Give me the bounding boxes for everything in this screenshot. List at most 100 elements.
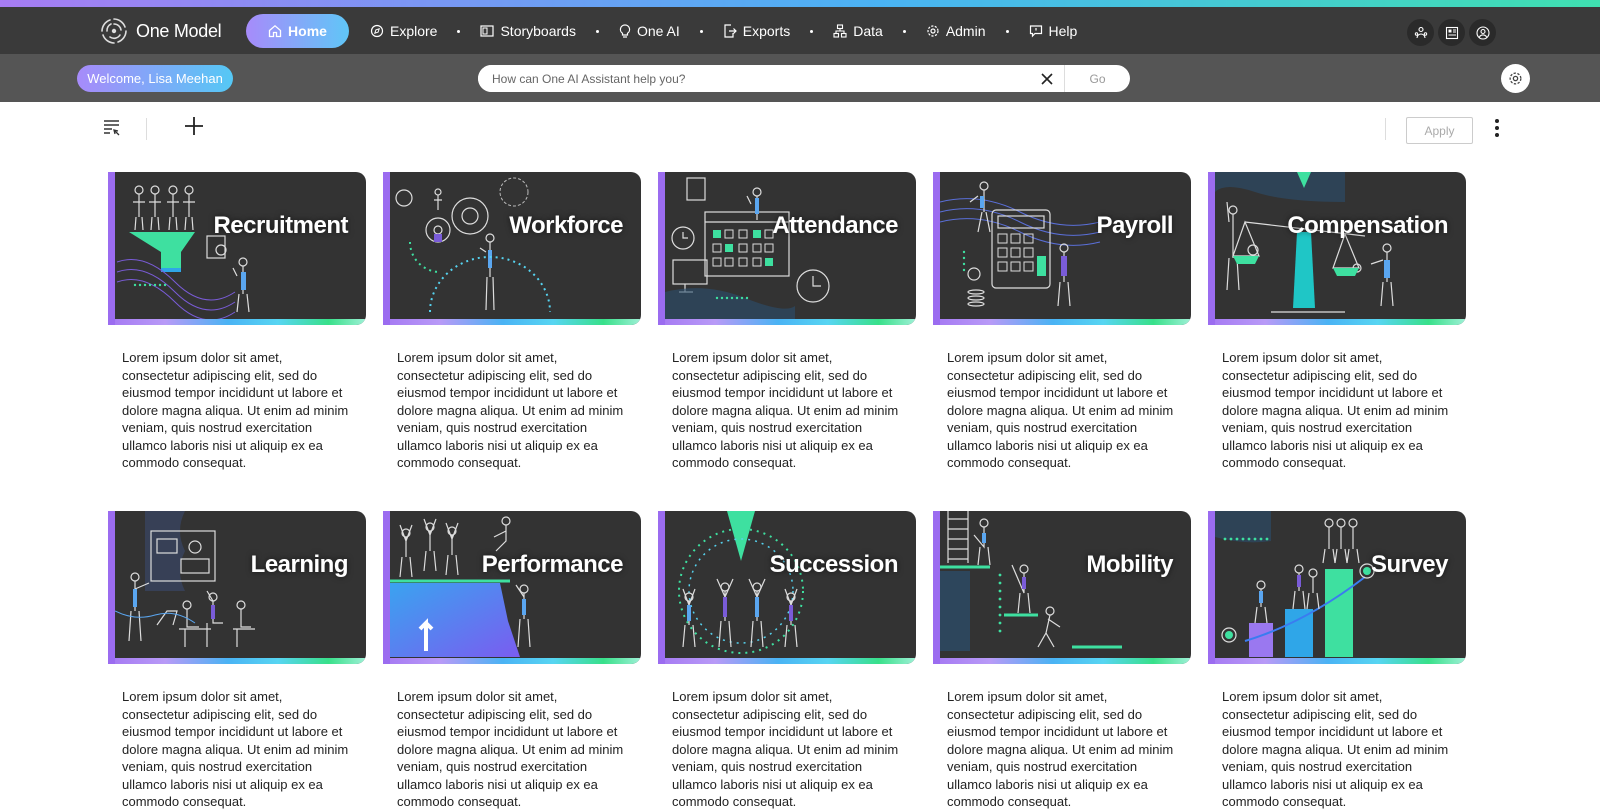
nav-item-label: Explore bbox=[390, 23, 438, 39]
module-card-survey[interactable]: Survey Lorem ipsum dolor sit amet, conse… bbox=[1208, 511, 1466, 811]
nav-item-help[interactable]: Help bbox=[1029, 23, 1078, 39]
assistant-search: Go bbox=[478, 65, 1130, 92]
compass-icon bbox=[370, 24, 384, 38]
card-illustration: Workforce bbox=[383, 172, 641, 325]
succession-illustration-icon bbox=[678, 511, 804, 654]
kebab-menu-icon bbox=[1495, 119, 1499, 137]
card-illustration: Performance bbox=[383, 511, 641, 664]
card-color-strip bbox=[1215, 319, 1466, 325]
nav-item-admin[interactable]: Admin bbox=[926, 23, 986, 39]
logo-text: One Model bbox=[136, 20, 222, 41]
card-color-strip bbox=[390, 319, 641, 325]
nav-separator bbox=[699, 29, 703, 33]
gear-icon bbox=[1509, 72, 1522, 85]
module-card-performance[interactable]: Performance Lorem ipsum dolor sit amet, … bbox=[383, 511, 641, 811]
card-description: Lorem ipsum dolor sit amet, consectetur … bbox=[947, 350, 1174, 470]
card-color-strip bbox=[1215, 658, 1466, 664]
go-button[interactable]: Go bbox=[1064, 65, 1130, 92]
module-card-learning[interactable]: Learning Lorem ipsum dolor sit amet, con… bbox=[108, 511, 366, 811]
module-card-payroll[interactable]: Payroll Lorem ipsum dolor sit amet, cons… bbox=[933, 172, 1191, 472]
dashboard-button[interactable] bbox=[1438, 19, 1465, 46]
attendance-illustration-icon bbox=[665, 177, 830, 325]
card-title: Succession bbox=[769, 551, 899, 578]
card-description: Lorem ipsum dolor sit amet, consectetur … bbox=[122, 689, 349, 809]
nav-item-data[interactable]: Data bbox=[833, 23, 883, 39]
module-card-recruitment[interactable]: Recruitment Lorem ipsum dolor sit amet, … bbox=[108, 172, 366, 472]
card-illustration: Recruitment bbox=[108, 172, 366, 325]
card-color-strip bbox=[940, 319, 1191, 325]
nav-separator bbox=[595, 29, 599, 33]
module-card-succession[interactable]: Succession Lorem ipsum dolor sit amet, c… bbox=[658, 511, 916, 811]
lightbulb-icon bbox=[619, 24, 631, 38]
nav-item-exports[interactable]: Exports bbox=[723, 23, 790, 39]
nav-separator bbox=[810, 29, 814, 33]
nav-item-storyboards[interactable]: Storyboards bbox=[480, 23, 576, 39]
card-title: Learning bbox=[250, 551, 349, 578]
payroll-illustration-icon bbox=[940, 181, 1101, 307]
card-illustration: Mobility bbox=[933, 511, 1191, 664]
nav-right-actions bbox=[1407, 19, 1496, 46]
card-color-strip bbox=[665, 319, 916, 325]
toolbar-divider bbox=[1385, 118, 1386, 140]
card-title: Compensation bbox=[1287, 212, 1448, 239]
list-view-button[interactable] bbox=[102, 117, 122, 142]
module-card-compensation[interactable]: Compensation Lorem ipsum dolor sit amet,… bbox=[1208, 172, 1466, 472]
logo[interactable]: One Model bbox=[98, 15, 222, 47]
top-accent-bar bbox=[0, 0, 1600, 7]
module-card-attendance[interactable]: Attendance Lorem ipsum dolor sit amet, c… bbox=[658, 172, 916, 472]
clear-search-button[interactable] bbox=[1030, 65, 1064, 92]
user-icon bbox=[1475, 25, 1490, 40]
card-color-strip bbox=[940, 658, 1191, 664]
compensation-illustration-icon bbox=[1215, 172, 1394, 313]
gear-icon bbox=[927, 25, 939, 37]
card-title: Workforce bbox=[509, 212, 623, 239]
export-icon bbox=[724, 24, 737, 38]
main-navbar: One Model Home Explore Storyboards One A… bbox=[0, 7, 1600, 54]
performance-illustration-icon bbox=[390, 516, 531, 657]
add-button[interactable] bbox=[183, 115, 205, 142]
nav-home-label: Home bbox=[288, 23, 327, 39]
nav-separator bbox=[457, 29, 461, 33]
page-toolbar: Apply bbox=[0, 102, 1600, 158]
card-description: Lorem ipsum dolor sit amet, consectetur … bbox=[672, 350, 899, 470]
module-card-workforce[interactable]: Workforce Lorem ipsum dolor sit amet, co… bbox=[383, 172, 641, 472]
mobility-illustration-icon bbox=[940, 511, 1122, 651]
nav-item-one-ai[interactable]: One AI bbox=[619, 23, 680, 39]
card-description: Lorem ipsum dolor sit amet, consectetur … bbox=[397, 689, 624, 809]
nav-item-label: Storyboards bbox=[500, 23, 576, 39]
module-card-mobility[interactable]: Mobility Lorem ipsum dolor sit amet, con… bbox=[933, 511, 1191, 811]
apply-button[interactable]: Apply bbox=[1406, 117, 1473, 144]
card-title: Mobility bbox=[1086, 551, 1173, 578]
workforce-illustration-icon bbox=[395, 177, 551, 313]
nav-item-explore[interactable]: Explore bbox=[370, 23, 437, 39]
org-chart-button[interactable] bbox=[1407, 19, 1434, 46]
card-illustration: Succession bbox=[658, 511, 916, 664]
card-illustration: Attendance bbox=[658, 172, 916, 325]
recruitment-illustration-icon bbox=[116, 185, 250, 321]
card-description: Lorem ipsum dolor sit amet, consectetur … bbox=[1222, 689, 1449, 809]
user-profile-button[interactable] bbox=[1469, 19, 1496, 46]
card-illustration: Payroll bbox=[933, 172, 1191, 325]
card-illustration: Compensation bbox=[1208, 172, 1466, 325]
help-chat-icon bbox=[1029, 25, 1042, 38]
nav-item-label: One AI bbox=[636, 23, 680, 39]
close-icon bbox=[1041, 72, 1053, 85]
more-options-button[interactable] bbox=[1493, 118, 1501, 143]
logo-swirl-icon bbox=[101, 18, 127, 44]
storyboard-icon bbox=[480, 25, 495, 37]
nav-item-label: Help bbox=[1048, 23, 1078, 39]
card-color-strip bbox=[115, 319, 366, 325]
card-description: Lorem ipsum dolor sit amet, consectetur … bbox=[1222, 350, 1449, 470]
card-description: Lorem ipsum dolor sit amet, consectetur … bbox=[672, 689, 899, 809]
assistant-settings-button[interactable] bbox=[1501, 64, 1530, 93]
assistant-bar: Welcome, Lisa Meehan Go bbox=[0, 54, 1600, 102]
assistant-search-input[interactable] bbox=[478, 65, 1030, 92]
card-title: Survey bbox=[1370, 551, 1449, 578]
card-illustration: Learning bbox=[108, 511, 366, 664]
card-title: Recruitment bbox=[213, 212, 348, 239]
survey-illustration-icon bbox=[1215, 511, 1375, 657]
card-color-strip bbox=[665, 658, 916, 664]
dashboard-icon bbox=[1445, 26, 1458, 39]
nav-home-button[interactable]: Home bbox=[246, 14, 349, 48]
welcome-badge: Welcome, Lisa Meehan bbox=[77, 65, 233, 92]
